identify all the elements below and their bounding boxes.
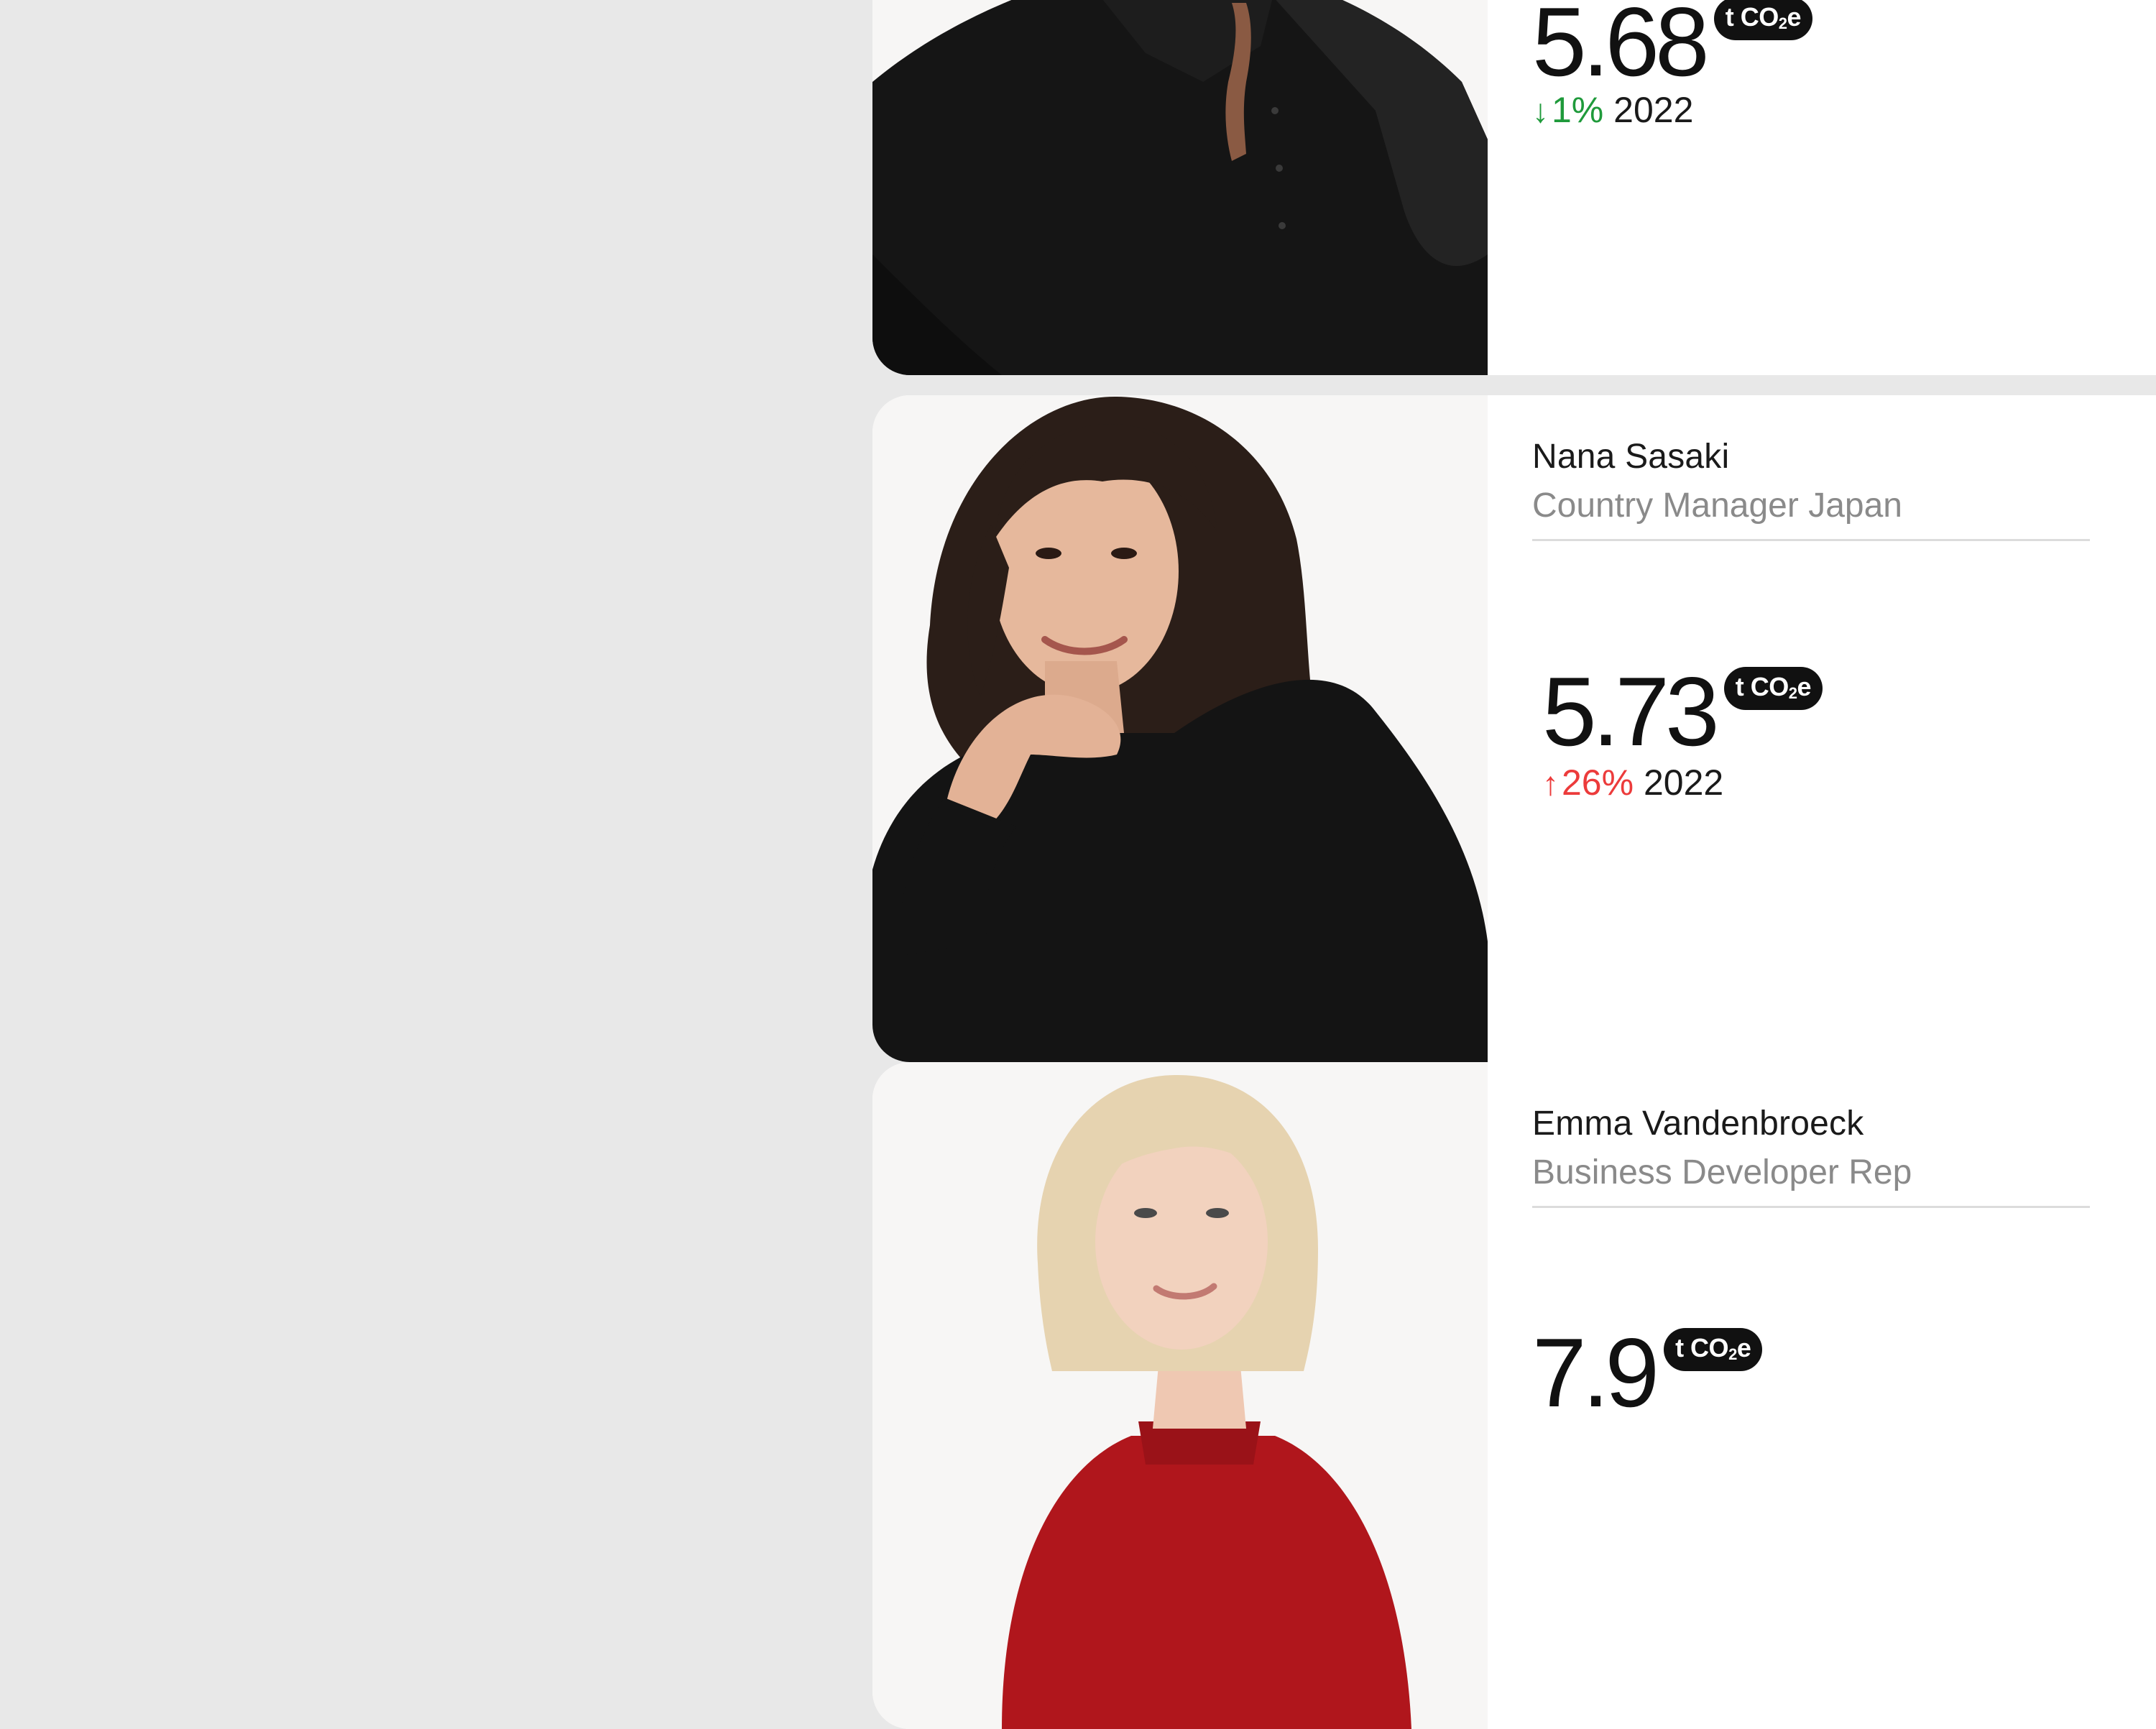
unit-badge: t CO2e [1713, 0, 1812, 40]
employee-card[interactable]: Nana Sasaki Country Manager Japan 5.73 t … [872, 395, 2156, 1062]
comparison-year: 2022 [1643, 762, 1724, 803]
comparison-year: 2022 [1613, 90, 1694, 130]
employee-role: Country Manager Japan [1532, 487, 1902, 525]
unit-badge: t CO2e [1723, 667, 1823, 710]
employee-card[interactable]: 5.68 t CO2e ↓1% 2022 [872, 0, 2156, 375]
unit-badge: t CO2e [1664, 1328, 1763, 1371]
divider [1532, 539, 2090, 541]
emissions-value-group: 7.9 t CO2e [1532, 1318, 1763, 1427]
employee-photo [872, 0, 1488, 375]
employee-card[interactable]: Emma Vandenbroeck Business Developer Rep… [872, 1062, 2156, 1729]
arrow-down-icon: ↓ [1532, 92, 1549, 129]
trend-indicator: ↓1% [1532, 90, 1604, 130]
employee-info: Emma Vandenbroeck Business Developer Rep… [1524, 1062, 2127, 1729]
trend-indicator: ↑26% [1542, 762, 1634, 803]
emissions-change: ↑26% 2022 [1542, 762, 1723, 803]
employee-info: 5.68 t CO2e ↓1% 2022 [1524, 0, 2127, 375]
employee-info: Nana Sasaki Country Manager Japan 5.73 t … [1524, 395, 2127, 1062]
emissions-value: 5.73 [1542, 657, 1720, 766]
emissions-value-group: 5.73 t CO2e [1542, 663, 1823, 760]
employee-photo [872, 395, 1488, 1062]
emissions-change: ↓1% 2022 [1532, 89, 1693, 131]
employee-photo [872, 1062, 1488, 1729]
emissions-value: 7.9 [1532, 1318, 1659, 1427]
emissions-value: 5.68 [1532, 0, 1710, 96]
employee-name: Emma Vandenbroeck [1532, 1105, 1864, 1143]
divider [1532, 1206, 2090, 1208]
emissions-value-group: 5.68 t CO2e [1532, 0, 1812, 91]
employee-name: Nana Sasaki [1532, 438, 1730, 476]
arrow-up-icon: ↑ [1542, 765, 1559, 802]
employee-role: Business Developer Rep [1532, 1153, 1912, 1191]
